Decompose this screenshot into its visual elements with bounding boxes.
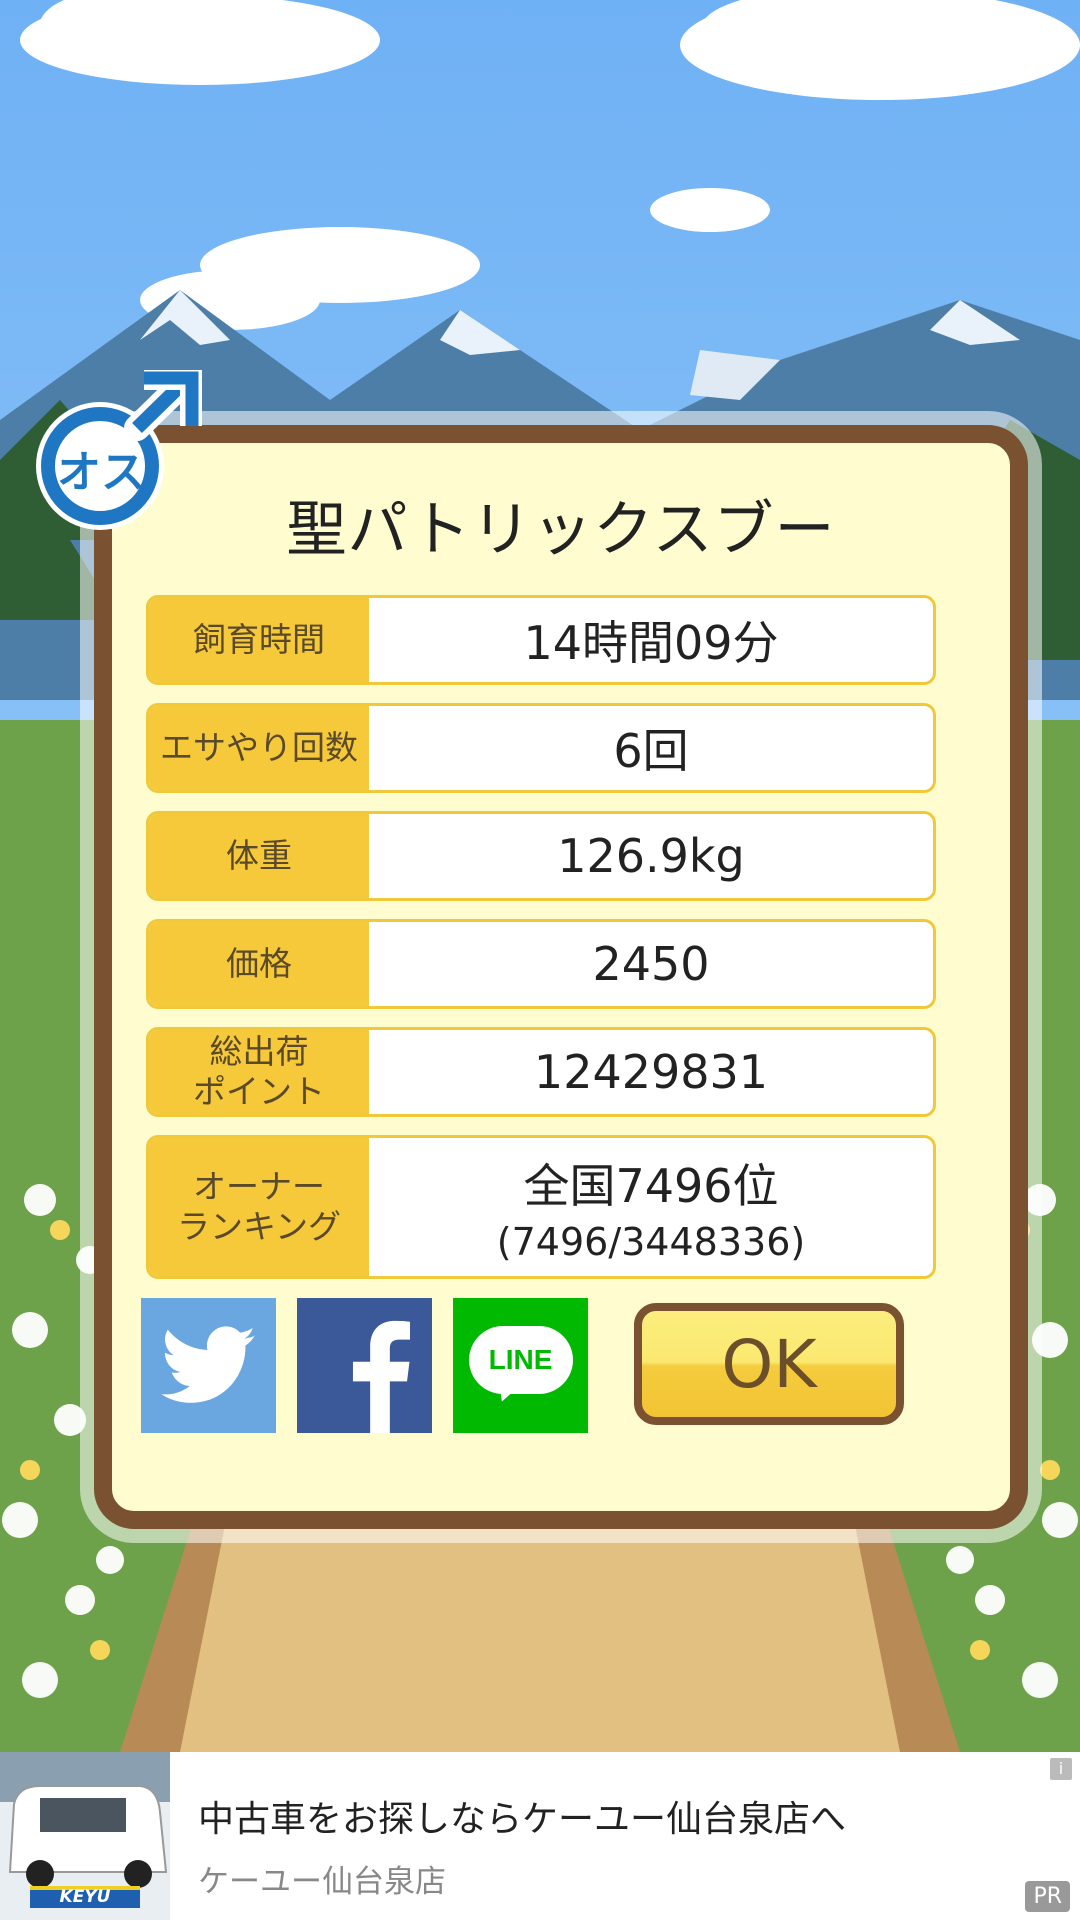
stat-row-weight: 体重 126.9kg <box>146 811 936 901</box>
stat-value: 14時間09分 <box>369 598 933 682</box>
stat-value-text: 14時間09分 <box>523 616 779 670</box>
stat-row-feed-count: エサやり回数 6回 <box>146 703 936 793</box>
ad-headline[interactable]: 中古車をお探しならケーユー仙台泉店へ <box>198 1790 846 1842</box>
stat-value: 2450 <box>369 922 933 1006</box>
stat-row-total-shipping-points: 総出荷 ポイント 12429831 <box>146 1027 936 1117</box>
stat-value: 126.9kg <box>369 814 933 898</box>
stat-value: 6回 <box>369 706 933 790</box>
stat-label: エサやり回数 <box>149 706 369 790</box>
facebook-share-button[interactable] <box>297 1298 432 1433</box>
ranking-detail: (7496/3448336) <box>496 1220 806 1264</box>
ad-info-icon[interactable]: i <box>1050 1758 1072 1780</box>
facebook-icon <box>352 1320 410 1433</box>
ad-logo-text: KEYU <box>59 1887 111 1907</box>
ad-banner[interactable]: KEYU 中古車をお探しならケーユー仙台泉店へ ケーユー仙台泉店 i PR <box>0 1752 1080 1920</box>
stat-label: 体重 <box>149 814 369 898</box>
stat-label: 飼育時間 <box>149 598 369 682</box>
ok-button[interactable]: OK <box>634 1303 904 1425</box>
stat-value-text: 2450 <box>592 937 710 991</box>
line-share-button[interactable]: LINE <box>453 1298 588 1433</box>
stat-row-breeding-time: 飼育時間 14時間09分 <box>146 595 936 685</box>
stat-value: 全国7496位 (7496/3448336) <box>369 1138 933 1276</box>
stat-label: 価格 <box>149 922 369 1006</box>
stat-label: オーナー ランキング <box>149 1138 369 1276</box>
ad-advertiser: ケーユー仙台泉店 <box>198 1864 446 1900</box>
ranking-value: 全国7496位 <box>523 1159 779 1213</box>
pig-name-title: 聖パトリックスブー <box>286 495 836 565</box>
ad-car-image[interactable]: KEYU <box>0 1752 170 1920</box>
pig-result-dialog: 聖パトリックスブー 飼育時間 14時間09分 エサやり回数 6回 体重 126.… <box>94 425 1028 1529</box>
line-icon: LINE <box>468 1325 573 1406</box>
twitter-icon <box>160 1325 255 1403</box>
line-label: LINE <box>488 1343 553 1375</box>
stat-row-owner-ranking: オーナー ランキング 全国7496位 (7496/3448336) <box>146 1135 936 1279</box>
gender-badge-text: オス <box>57 447 145 498</box>
stat-value-text: 6回 <box>613 724 689 778</box>
stat-value-text: 126.9kg <box>557 829 745 883</box>
stat-row-price: 価格 2450 <box>146 919 936 1009</box>
ad-pr-badge: PR <box>1025 1881 1070 1912</box>
stat-value: 12429831 <box>369 1030 933 1114</box>
twitter-share-button[interactable] <box>141 1298 276 1433</box>
male-gender-badge: オス <box>32 366 204 540</box>
stat-label: 総出荷 ポイント <box>149 1030 369 1114</box>
stat-value-text: 12429831 <box>533 1045 769 1099</box>
